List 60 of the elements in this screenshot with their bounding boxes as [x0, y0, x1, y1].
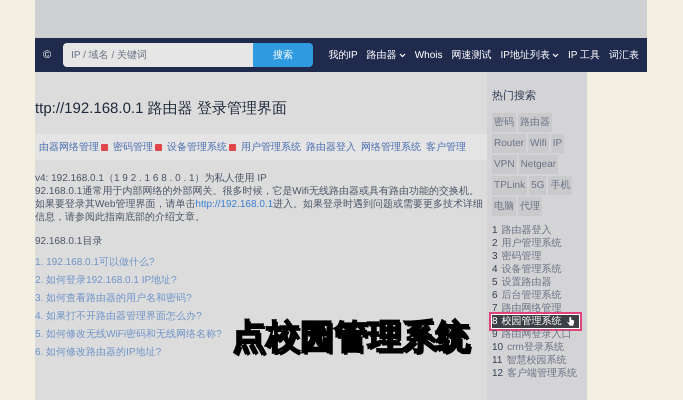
category-link[interactable]: 路由器登入 — [306, 140, 356, 154]
sidebar-title: 热门搜索 — [492, 88, 537, 104]
nav-link[interactable]: 路由器 — [366, 48, 406, 62]
toc-link[interactable]: 1. 192.168.0.1可以做什么? — [35, 255, 155, 270]
sidebar-list-item[interactable]: 5 设置路由器 — [492, 276, 556, 288]
tag-chip[interactable]: Netgear — [518, 154, 558, 174]
sidebar-list-item[interactable]: 7 路由网络管理 — [492, 302, 566, 314]
category-link[interactable]: 设备管理系统 — [167, 140, 236, 154]
category-link[interactable]: 密码管理 — [113, 140, 162, 154]
article-paragraph: 92.168.0.1通常用于内部网络的外部网关。很多时候，它是Wifi无线路由器或具有路由功能的交换机。如果要登录其Web管理界面，请单击http://192.168.0.1进入。如果登录时遇到问题或需要更多技术详细信息，请参阅此指南底部的介绍文章。 — [35, 185, 484, 224]
sidebar-list-item[interactable]: 3 密码管理 — [492, 250, 546, 262]
nav-link[interactable]: 词汇表 — [609, 48, 639, 62]
tag-chip[interactable]: 密码 — [492, 112, 516, 132]
search-field[interactable]: IP / 域名 / 关键词 — [63, 43, 254, 67]
caret-icon — [552, 52, 559, 58]
toc-link[interactable]: 4. 如果打不开路由器管理界面怎么办? — [35, 309, 202, 324]
sidebar-list-item[interactable]: 10 crm登录系统 — [492, 340, 568, 354]
nav-link[interactable]: Whois — [414, 48, 442, 62]
category-link[interactable]: 用户管理系统 — [241, 140, 301, 154]
tag-chip[interactable]: Router — [492, 134, 526, 152]
tag-chip[interactable]: 路由器 — [518, 112, 552, 132]
caret-icon — [398, 52, 406, 58]
site-logo: © — [43, 48, 52, 63]
sidebar-list-item[interactable]: 11 智慧校园系统 — [492, 354, 570, 366]
toc-link[interactable]: 6. 如何修改路由器的IP地址? — [35, 345, 162, 360]
tag-chip[interactable]: VPN — [492, 154, 517, 174]
nav-link[interactable]: 我的IP — [328, 48, 358, 62]
sidebar-list-item[interactable]: 1 路由器登入 — [492, 224, 556, 236]
search-button[interactable]: 搜索 — [253, 43, 314, 67]
category-link[interactable]: 网络管理系统 — [361, 140, 421, 154]
sidebar-list-item[interactable]: 2 用户管理系统 — [492, 236, 566, 250]
hand-cursor-icon — [566, 316, 575, 326]
sidebar-list-item[interactable]: 6 后台管理系统 — [492, 288, 566, 302]
category-link[interactable]: 客户管理 — [426, 140, 466, 154]
tag-chip[interactable]: IP — [550, 134, 564, 152]
sidebar-list-item[interactable]: 9 路由网登录入口 — [492, 328, 576, 340]
tag-chip[interactable]: 5G — [529, 176, 546, 194]
video-caption: 点校园管理系统 — [232, 317, 470, 358]
nav-link[interactable]: IP地址列表 — [500, 48, 559, 62]
article-link[interactable]: http://192.168.0.1 — [195, 199, 274, 210]
tag-chip[interactable]: TPLink — [492, 176, 528, 194]
toc-link[interactable]: 2. 如何登录192.168.0.1 IP地址? — [35, 273, 177, 288]
sidebar-list-item[interactable]: 12 客户端管理系统 — [492, 366, 582, 380]
sidebar-list-item[interactable]: 4 设备管理系统 — [492, 262, 566, 276]
hot-badge-icon — [101, 144, 108, 150]
tag-chip[interactable]: 电脑 — [492, 196, 516, 216]
tag-chip[interactable]: 代理 — [518, 196, 542, 216]
toc-link[interactable]: 3. 如何查看路由器的用户名和密码? — [35, 291, 192, 306]
nav-link[interactable]: 网速测试 — [452, 48, 492, 62]
hot-badge-icon — [155, 144, 162, 150]
tag-chip[interactable]: Wifi — [528, 134, 549, 152]
page-title: ttp://192.168.0.1 路由器 登录管理界面 — [35, 99, 288, 119]
toc-link[interactable]: 5. 如何修改无线WiFi密码和无线网络名称? — [35, 327, 222, 342]
nav-link[interactable]: IP 工具 — [568, 48, 600, 62]
tag-chip[interactable]: 手机 — [548, 176, 572, 194]
category-link[interactable]: 由器网络管理 — [39, 140, 108, 154]
hot-badge-icon — [229, 144, 236, 150]
sidebar-list-item[interactable]: 8 校园管理系统 — [492, 314, 579, 328]
intro-text: v4: 192.168.0.1（1 9 2 . 1 6 8 . 0 . 1）为私人使用 IP — [35, 172, 268, 185]
toc-title: 92.168.0.1目录 — [35, 235, 104, 249]
